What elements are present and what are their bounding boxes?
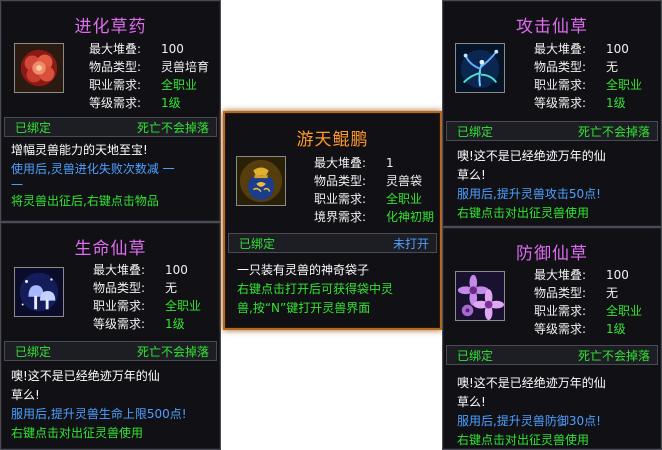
bind-status-bar: 已绑定 死亡不会掉落 xyxy=(446,345,658,365)
type-value: 灵兽培育 xyxy=(161,60,210,74)
drop-label: 死亡不会掉落 xyxy=(136,120,209,135)
drop-label: 死亡不会掉落 xyxy=(577,124,650,139)
job-value: 全职业 xyxy=(606,78,643,92)
bound-label: 已绑定 xyxy=(239,236,276,251)
purple-flower-icon xyxy=(455,271,505,321)
bound-label: 已绑定 xyxy=(457,124,494,139)
bound-label: 已绑定 xyxy=(457,348,494,363)
glowing-mushroom-icon xyxy=(14,267,64,317)
stack-value: 1 xyxy=(386,156,394,170)
item-title: 防御仙草 xyxy=(516,244,588,264)
drop-label: 死亡不会掉落 xyxy=(136,344,209,359)
item-description: 一只装有灵兽的神奇袋子 右键点击打开后可获得袋中灵 兽,按“N”键打开灵兽界面 xyxy=(237,261,434,318)
type-label: 物品类型: xyxy=(93,281,146,295)
job-label: 职业需求: xyxy=(534,78,587,92)
stack-label: 最大堆叠: xyxy=(93,263,146,277)
stack-value: 100 xyxy=(165,263,188,277)
item-stats: 最大堆叠: 100 物品类型: 无 职业需求: 全职业 等级需求: 1级 xyxy=(93,261,201,333)
job-label: 职业需求: xyxy=(93,299,146,313)
type-value: 无 xyxy=(165,281,178,295)
type-label: 物品类型: xyxy=(534,60,587,74)
item-stats: 最大堆叠: 100 物品类型: 无 职业需求: 全职业 等级需求: 1级 xyxy=(534,40,642,112)
usage-line: 将灵兽出征后,右键点击物品 xyxy=(11,194,159,208)
job-value: 全职业 xyxy=(386,192,423,206)
desc-line: 增幅灵兽能力的天地至宝! xyxy=(11,143,148,157)
effect-line: 服用后,提升灵兽生命上限500点! xyxy=(11,407,187,421)
desc-line: 噢!这不是已经绝迹万年的仙 xyxy=(457,376,606,390)
tooltip-jinhua: 进化草药 最大堆叠: 100 物品类型: 灵兽培育 职业需求: 全职业 等级需求: 1级… xyxy=(0,0,221,222)
type-label: 物品类型: xyxy=(314,174,367,188)
open-status-label: 未打开 xyxy=(392,236,429,251)
effect-line: 服用后,提升灵兽攻击50点! xyxy=(457,187,601,201)
usage-line: 右键点击打开后可获得袋中灵 xyxy=(237,282,394,296)
tooltip-shengming: 生命仙草 最大堆叠: 100 物品类型: 无 职业需求: 全职业 等级需求: 1级 已绑… xyxy=(0,222,221,450)
item-title: 进化草药 xyxy=(74,17,147,37)
blue-herb-icon xyxy=(455,43,505,93)
stack-label: 最大堆叠: xyxy=(534,268,587,282)
desc-line: 噢!这不是已经绝迹万年的仙 xyxy=(11,369,160,383)
item-title: 生命仙草 xyxy=(74,239,147,259)
bind-status-bar: 已绑定 死亡不会掉落 xyxy=(4,117,217,137)
tooltip-youtian: 游天鲲鹏 最大堆叠: 1 物品类型: 灵兽袋 职业需求: 全职业 境界需求: 化神初期 … xyxy=(223,111,442,330)
effect-line: 服用后,提升灵兽防御30点! xyxy=(457,414,601,428)
realm-value: 化神初期 xyxy=(386,210,435,224)
level-value: 1级 xyxy=(161,96,181,110)
type-label: 物品类型: xyxy=(89,60,142,74)
level-label: 等级需求: xyxy=(89,96,142,110)
type-value: 无 xyxy=(606,286,619,300)
stack-label: 最大堆叠: xyxy=(89,42,142,56)
desc-line: 噢!这不是已经绝迹万年的仙 xyxy=(457,149,606,163)
desc-line: 草么! xyxy=(457,168,486,182)
bind-status-bar: 已绑定 死亡不会掉落 xyxy=(4,341,217,361)
usage-line: 右键点击对出征灵兽使用 xyxy=(457,433,590,447)
bound-label: 已绑定 xyxy=(15,120,52,135)
job-value: 全职业 xyxy=(165,299,202,313)
level-value: 1级 xyxy=(165,317,185,331)
item-description: 噢!这不是已经绝迹万年的仙 草么! 服用后,提升灵兽防御30点! 右键点击对出征… xyxy=(457,374,655,449)
bound-label: 已绑定 xyxy=(15,344,52,359)
bind-status-bar: 已绑定 死亡不会掉落 xyxy=(446,121,658,141)
desc-line: 草么! xyxy=(457,395,486,409)
item-stats: 最大堆叠: 100 物品类型: 无 职业需求: 全职业 等级需求: 1级 xyxy=(534,266,642,338)
level-value: 1级 xyxy=(606,96,626,110)
desc-line: 草么! xyxy=(11,388,40,402)
item-stats: 最大堆叠: 100 物品类型: 灵兽培育 职业需求: 全职业 等级需求: 1级 xyxy=(89,40,209,112)
realm-label: 境界需求: xyxy=(314,210,367,224)
job-label: 职业需求: xyxy=(534,304,587,318)
stack-value: 100 xyxy=(161,42,184,56)
tooltip-fangyu: 防御仙草 最大堆叠: 100 物品类型: 无 职业需求: 全职业 等级需求: 1… xyxy=(442,227,662,450)
job-value: 全职业 xyxy=(161,78,198,92)
job-label: 职业需求: xyxy=(89,78,142,92)
drop-label: 死亡不会掉落 xyxy=(577,348,650,363)
blue-pouch-icon xyxy=(236,156,286,206)
bind-status-bar: 已绑定 未打开 xyxy=(228,233,437,253)
usage-line: 右键点击对出征灵兽使用 xyxy=(457,206,590,220)
item-title: 攻击仙草 xyxy=(516,17,588,37)
item-description: 噢!这不是已经绝迹万年的仙 草么! 服用后,提升灵兽生命上限500点! 右键点击… xyxy=(11,367,214,443)
usage-line: 兽,按“N”键打开灵兽界面 xyxy=(237,301,371,315)
job-label: 职业需求: xyxy=(314,192,367,206)
stack-label: 最大堆叠: xyxy=(534,42,587,56)
red-flower-icon xyxy=(14,43,64,93)
level-value: 1级 xyxy=(606,322,626,336)
item-description: 增幅灵兽能力的天地至宝! 使用后,灵兽进化失败次数减 一 一 将灵兽出征后,右键… xyxy=(11,141,214,211)
stack-value: 100 xyxy=(606,42,629,56)
item-description: 噢!这不是已经绝迹万年的仙 草么! 服用后,提升灵兽攻击50点! 右键点击对出征… xyxy=(457,147,655,223)
item-title: 游天鲲鹏 xyxy=(296,130,369,150)
usage-line: 右键点击对出征灵兽使用 xyxy=(11,426,144,440)
stack-value: 100 xyxy=(606,268,629,282)
level-label: 等级需求: xyxy=(93,317,146,331)
tooltip-gongji: 攻击仙草 最大堆叠: 100 物品类型: 无 职业需求: 全职业 等级需求: 1级 已绑… xyxy=(442,0,662,227)
desc-line: 一只装有灵兽的神奇袋子 xyxy=(237,263,370,277)
level-label: 等级需求: xyxy=(534,96,587,110)
type-value: 灵兽袋 xyxy=(386,174,423,188)
type-label: 物品类型: xyxy=(534,286,587,300)
level-label: 等级需求: xyxy=(534,322,587,336)
type-value: 无 xyxy=(606,60,619,74)
stack-label: 最大堆叠: xyxy=(314,156,367,170)
job-value: 全职业 xyxy=(606,304,643,318)
item-stats: 最大堆叠: 1 物品类型: 灵兽袋 职业需求: 全职业 境界需求: 化神初期 xyxy=(314,154,434,226)
